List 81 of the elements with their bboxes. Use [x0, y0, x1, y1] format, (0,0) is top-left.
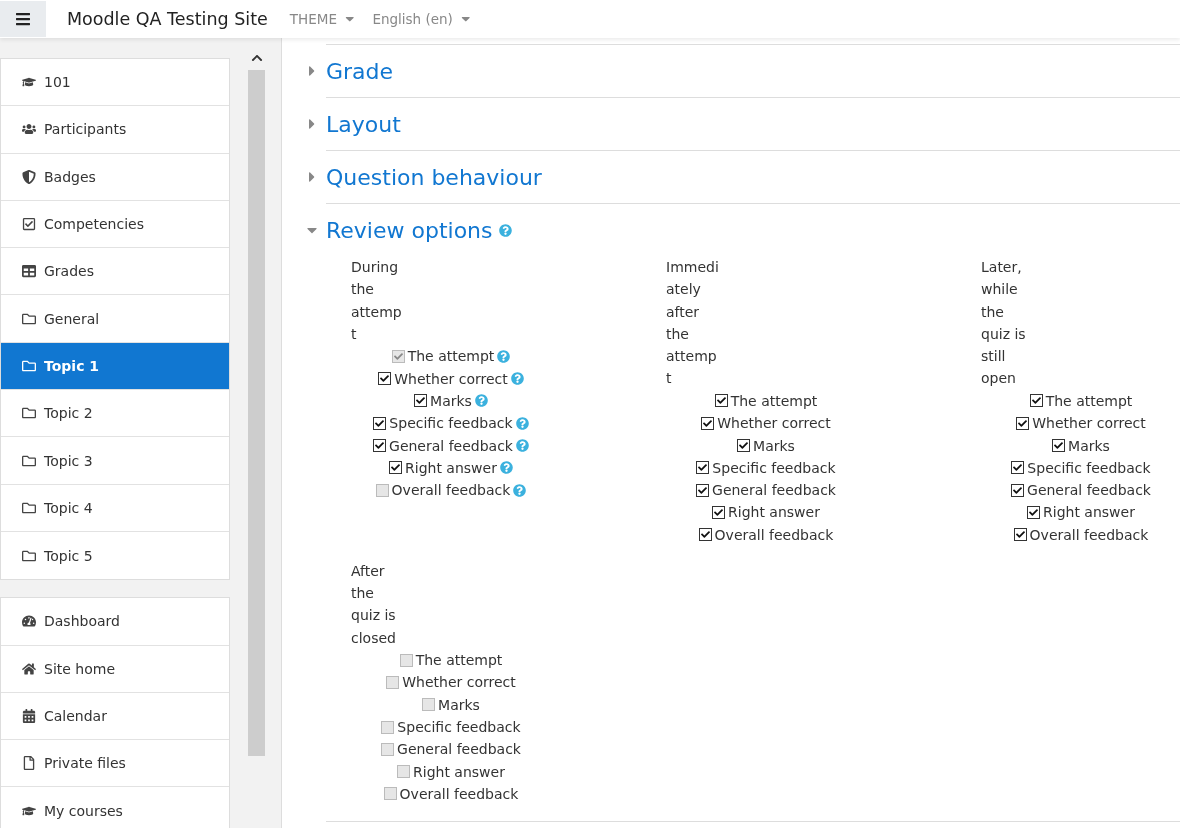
checkbox[interactable]	[1011, 461, 1025, 475]
checkbox-label: The attempt	[407, 348, 495, 365]
checkbox-label: Right answer	[1043, 504, 1135, 521]
checkbox-label: The attempt	[1045, 392, 1133, 409]
nav-item[interactable]: Topic 1	[1, 342, 229, 391]
section-title: Layout	[326, 111, 401, 137]
checkbox-label: General feedback	[389, 437, 513, 454]
folder-icon	[22, 406, 36, 421]
checkbox[interactable]	[414, 394, 428, 408]
checkbox-label: Specific feedback	[397, 719, 521, 736]
checkbox-label: Overall feedback	[1029, 526, 1149, 543]
checkbox-label: General feedback	[397, 741, 521, 758]
checkbox[interactable]	[389, 461, 403, 475]
checkbox-label: Marks	[753, 437, 795, 454]
checkbox-icon	[22, 217, 36, 232]
checkbox-label: Specific feedback	[712, 459, 836, 476]
section-header[interactable]: Layout	[326, 98, 1180, 150]
checkbox[interactable]	[1011, 483, 1025, 497]
section-header[interactable]: Question behaviour	[326, 151, 1180, 203]
checkbox[interactable]	[373, 439, 387, 452]
checkbox-label: Overall feedback	[391, 482, 511, 499]
checkbox-label: Right answer	[405, 459, 497, 476]
checkbox-label: Overall feedback	[714, 526, 834, 543]
column-heading: Immediately after the attempt	[666, 258, 720, 389]
checkbox[interactable]	[1029, 394, 1043, 408]
site-name: Moodle QA Testing Site	[67, 9, 268, 29]
checkbox-label: Whether correct	[717, 415, 831, 432]
checkbox[interactable]	[712, 505, 726, 519]
checkbox-label: Whether correct	[402, 674, 516, 691]
checkbox-label: Marks	[430, 392, 472, 409]
column-heading: Later, while the quiz is still open	[981, 258, 1027, 389]
dropdown-menu[interactable]: THEME	[289, 11, 357, 27]
section-header[interactable]: Review options	[326, 204, 1180, 256]
checkbox[interactable]	[698, 528, 712, 542]
checkbox-label: Whether correct	[1032, 415, 1146, 432]
menu-button[interactable]	[0, 1, 46, 37]
table-icon	[22, 264, 36, 279]
section-title: Review options	[326, 217, 493, 243]
checkbox-label: The attempt	[730, 392, 818, 409]
people-icon	[22, 122, 36, 137]
checkbox-label: Whether correct	[394, 370, 508, 387]
calendar-icon	[22, 709, 36, 723]
section-title: Grade	[326, 58, 394, 84]
home-icon	[22, 661, 36, 676]
column-heading: During the attempt	[351, 258, 403, 344]
checkbox[interactable]	[1052, 439, 1066, 452]
dashboard-icon	[22, 614, 36, 629]
dropdown-menu[interactable]: English (en)	[372, 11, 473, 27]
checkbox-label: Specific feedback	[389, 415, 513, 432]
checkbox[interactable]	[714, 394, 728, 408]
checkbox-label: Right answer	[728, 504, 820, 521]
folder-icon	[22, 311, 36, 326]
section-title: Question behaviour	[326, 164, 542, 190]
checkbox-label: Marks	[1068, 437, 1110, 454]
folder-icon	[22, 500, 36, 515]
checkbox-label: The attempt	[415, 652, 503, 669]
checkbox-label: Right answer	[413, 763, 505, 780]
scrollbar-thumb[interactable]	[248, 70, 265, 756]
column-heading: After the quiz is closed	[351, 561, 397, 648]
checkbox[interactable]	[696, 483, 710, 497]
checkbox[interactable]	[378, 372, 392, 386]
checkbox[interactable]	[1016, 416, 1030, 430]
checkbox[interactable]	[696, 461, 710, 475]
checkbox-label: Marks	[438, 696, 480, 713]
checkbox[interactable]	[373, 416, 387, 430]
shield-icon	[22, 169, 36, 184]
file-icon	[22, 756, 36, 771]
checkbox[interactable]	[701, 416, 715, 430]
menu-icon	[15, 11, 31, 27]
section-header[interactable]: Grade	[326, 45, 1180, 97]
scroll-up-icon[interactable]	[250, 52, 263, 64]
checkbox-label: Overall feedback	[399, 785, 519, 802]
checkbox[interactable]	[737, 439, 751, 452]
checkbox-label: General feedback	[1027, 482, 1151, 499]
folder-icon	[22, 453, 36, 468]
checkbox-label: General feedback	[712, 482, 836, 499]
checkbox-label: Specific feedback	[1027, 459, 1151, 476]
checkbox[interactable]	[1013, 528, 1027, 542]
folder-icon	[22, 548, 36, 563]
folder-icon	[22, 358, 36, 373]
checkbox[interactable]	[1027, 505, 1041, 519]
